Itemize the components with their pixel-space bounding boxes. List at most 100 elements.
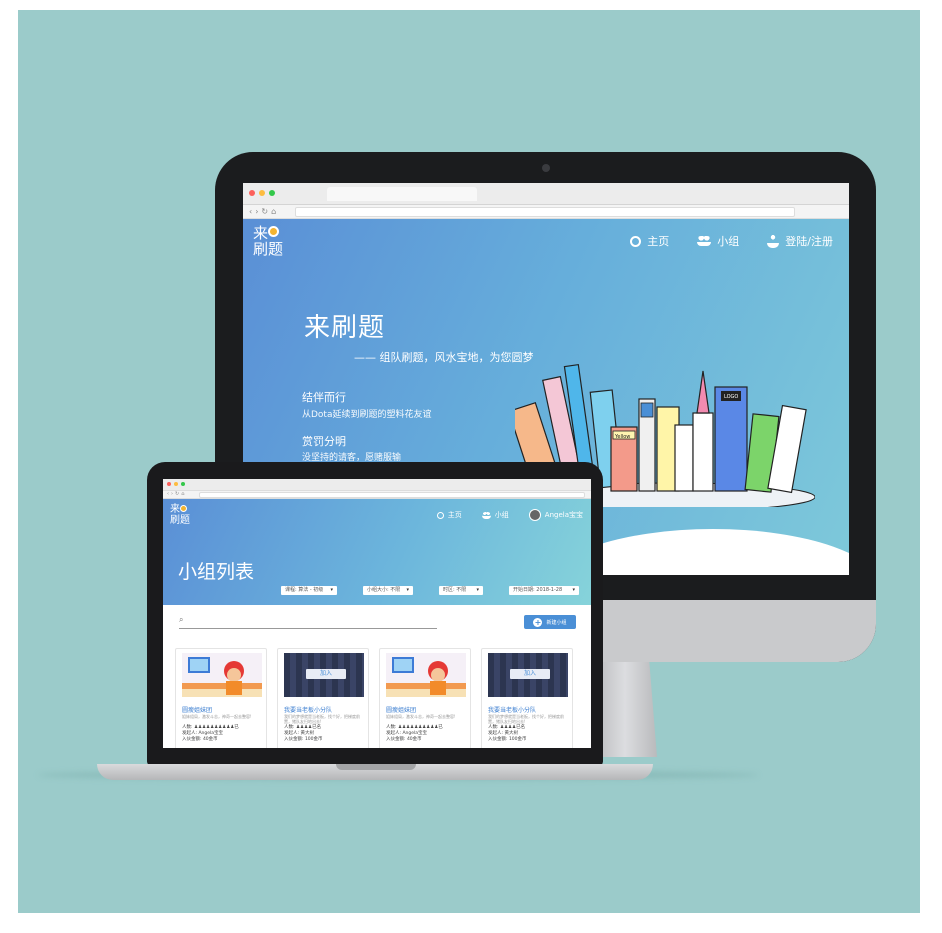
group-card[interactable]: 圆瘦姐妹团 姐妹组局，激发斗志，神奇一起去整容! 人数: ♟♟♟♟♟♟♟♟♟♟已… xyxy=(379,648,471,748)
filter-label: 时区: 不限 xyxy=(443,587,467,593)
laptop-notch xyxy=(336,764,416,770)
nav-groups[interactable]: 小组 xyxy=(697,233,739,249)
window-controls[interactable] xyxy=(249,190,275,196)
group-card[interactable]: 圆瘦姐妹团 姐妹组局，激发斗志，神奇一起去整容! 人数: ♟♟♟♟♟♟♟♟♟♟已… xyxy=(175,648,267,748)
hero-title: 来刷题 xyxy=(304,313,386,343)
feature-title: 结伴而行 xyxy=(302,391,346,404)
create-group-button[interactable]: + 新建小组 xyxy=(524,615,576,629)
page-title: 小组列表 xyxy=(178,561,255,583)
group-illustration xyxy=(182,657,262,695)
nav-user[interactable]: Angela宝宝 xyxy=(528,509,583,521)
group-title[interactable]: 圆瘦姐妹团 xyxy=(386,705,416,714)
group-title[interactable]: 我要当老板小分队 xyxy=(488,705,536,714)
camera-icon xyxy=(542,164,550,172)
group-description: 我们的梦想就是当老板，找个好，把梯度前置，猪队友扫地出去! xyxy=(284,714,360,724)
nav-login[interactable]: 登陆/注册 xyxy=(767,233,833,249)
mockup-background: ‹›↻⌂ 来 刷题 主页 小组 登陆/注册 来刷题 —— 组队刷题，风水宝地，为… xyxy=(18,10,920,913)
filter-bar: 课程: 算法 - 初级 ▾ 小组大小: 不限 ▾ 时区: 不限 ▾ 开始日期: 201… xyxy=(281,586,579,595)
browser-navbar: ‹›↻⌂ xyxy=(243,205,849,219)
filter-label: 小组大小: 不限 xyxy=(367,587,401,593)
nav-home-label: 主页 xyxy=(647,235,670,248)
group-fee: 入伙金额: 100金币 xyxy=(488,737,527,742)
site-logo[interactable]: 来 刷题 xyxy=(170,504,190,526)
hero-slogan: —— 组队刷题，风水宝地，为您圆梦 xyxy=(354,351,534,364)
laptop-screen: ‹›↻⌂ 来 刷题 主页 小组 Angela宝宝 小组列表 课程: 算法 - 初… xyxy=(163,479,591,748)
plus-icon: + xyxy=(533,617,543,627)
sun-icon xyxy=(436,511,444,519)
create-group-label: 新建小组 xyxy=(546,619,567,626)
city-sign-text: Yellow xyxy=(614,434,630,440)
feature-desc: 从Dota延续到刷题的塑料花友谊 xyxy=(302,410,432,420)
nav-groups-label: 小组 xyxy=(717,235,740,248)
address-bar[interactable] xyxy=(199,492,585,498)
group-card[interactable]: 加入 我要当老板小分队 我们的梦想就是当老板，找个好，把梯度前置，猪队友扫地出去… xyxy=(481,648,573,748)
filter-timezone[interactable]: 时区: 不限 ▾ xyxy=(439,586,483,595)
maximize-icon[interactable] xyxy=(269,190,275,196)
filter-label: 开始日期: 2018-1-28 xyxy=(513,587,563,593)
browser-titlebar xyxy=(243,183,849,205)
user-icon xyxy=(767,234,780,248)
browser-nav-icons[interactable]: ‹›↻⌂ xyxy=(167,491,186,497)
top-navigation: 主页 小组 登陆/注册 xyxy=(630,233,833,249)
clock-icon xyxy=(268,226,280,237)
minimize-icon[interactable] xyxy=(259,190,265,196)
minimize-icon[interactable] xyxy=(174,482,178,486)
users-icon xyxy=(481,511,491,519)
group-title[interactable]: 我要当老板小分队 xyxy=(284,705,332,714)
group-fee: 入伙金额: 40金币 xyxy=(386,737,422,742)
chevron-down-icon: ▾ xyxy=(406,587,409,593)
logo-line1: 来 xyxy=(170,504,180,515)
close-icon[interactable] xyxy=(167,482,171,486)
group-illustration xyxy=(386,657,466,695)
filter-start-date[interactable]: 开始日期: 2018-1-28 ▾ xyxy=(509,586,579,595)
nav-groups[interactable]: 小组 xyxy=(481,510,509,520)
group-card-image: 加入 xyxy=(488,653,568,697)
clock-icon xyxy=(180,505,187,512)
top-navigation: 主页 小组 Angela宝宝 xyxy=(436,509,583,521)
address-bar[interactable] xyxy=(295,207,795,217)
group-title[interactable]: 圆瘦姐妹团 xyxy=(182,705,212,714)
sun-icon xyxy=(630,235,642,247)
group-card-image xyxy=(386,653,466,697)
group-meta: 人数: ♟♟♟♟已名 发起人: 黄大树 入伙金额: 100金币 xyxy=(488,725,527,743)
nav-home[interactable]: 主页 xyxy=(436,510,462,520)
window-controls[interactable] xyxy=(167,482,185,486)
nav-login-label: 登陆/注册 xyxy=(785,235,833,248)
nav-groups-label: 小组 xyxy=(494,511,509,519)
nav-user-label: Angela宝宝 xyxy=(544,511,583,519)
close-icon[interactable] xyxy=(249,190,255,196)
chevron-down-icon: ▾ xyxy=(330,587,333,593)
filter-course[interactable]: 课程: 算法 - 初级 ▾ xyxy=(281,586,337,595)
search-input[interactable]: ⌕ xyxy=(179,615,437,629)
logo-line2: 刷题 xyxy=(253,240,284,258)
city-sign-text: LOGO xyxy=(724,394,738,400)
groups-header: 来 刷题 主页 小组 Angela宝宝 小组列表 课程: 算法 - 初级 ▾ 小组… xyxy=(163,499,591,605)
group-card[interactable]: 加入 我要当老板小分队 我们的梦想就是当老板，找个好，把梯度前置，猪队友扫地出去… xyxy=(277,648,369,748)
group-fee: 入伙金额: 100金币 xyxy=(284,737,323,742)
group-fee: 入伙金额: 40金币 xyxy=(182,737,218,742)
group-meta: 人数: ♟♟♟♟已名 发起人: 黄大树 入伙金额: 100金币 xyxy=(284,725,323,743)
logo-line2: 刷题 xyxy=(170,515,190,526)
browser-navbar: ‹›↻⌂ xyxy=(163,491,591,499)
nav-home-label: 主页 xyxy=(447,511,462,519)
browser-nav-icons[interactable]: ‹›↻⌂ xyxy=(249,207,279,216)
group-description: 我们的梦想就是当老板，找个好，把梯度前置，猪队友扫地出去! xyxy=(488,714,564,724)
join-button[interactable]: 加入 xyxy=(306,669,346,679)
search-icon: ⌕ xyxy=(179,615,184,624)
avatar xyxy=(528,509,541,521)
group-meta: 人数: ♟♟♟♟♟♟♟♟♟♟已 发起人: Angela宝宝 入伙金额: 40金币 xyxy=(182,725,239,743)
maximize-icon[interactable] xyxy=(181,482,185,486)
nav-home[interactable]: 主页 xyxy=(630,233,669,249)
feature-title: 赏罚分明 xyxy=(302,435,346,448)
browser-tab[interactable] xyxy=(327,187,477,201)
browser-titlebar xyxy=(163,479,591,491)
filter-group-size[interactable]: 小组大小: 不限 ▾ xyxy=(363,586,413,595)
group-card-image xyxy=(182,653,262,697)
group-card-list: 圆瘦姐妹团 姐妹组局，激发斗志，神奇一起去整容! 人数: ♟♟♟♟♟♟♟♟♟♟已… xyxy=(175,648,573,748)
users-icon xyxy=(697,236,712,246)
group-description: 姐妹组局，激发斗志，神奇一起去整容! xyxy=(182,714,252,719)
site-logo[interactable]: 来 刷题 xyxy=(253,225,283,257)
join-button[interactable]: 加入 xyxy=(510,669,550,679)
group-meta: 人数: ♟♟♟♟♟♟♟♟♟♟已 发起人: Angela宝宝 入伙金额: 40金币 xyxy=(386,725,443,743)
chevron-down-icon: ▾ xyxy=(572,587,575,593)
